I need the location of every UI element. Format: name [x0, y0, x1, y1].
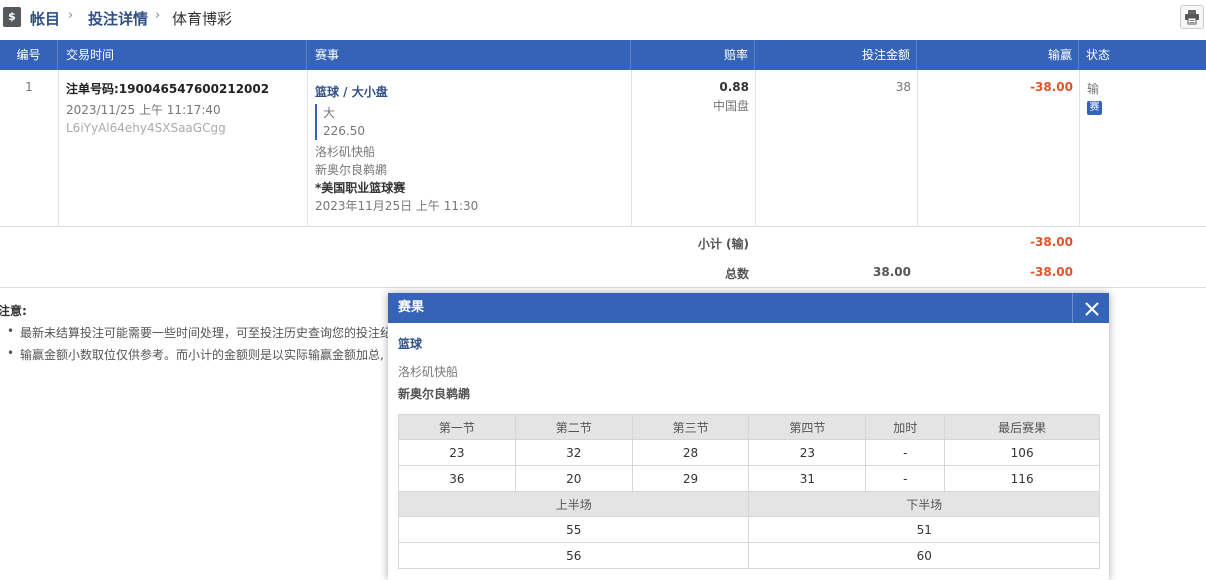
note-item: 最新未结算投注可能需要一些时间处理，可至投注历史查询您的投注纪	[0, 324, 392, 341]
score-cell: 116	[944, 465, 1100, 492]
close-button[interactable]	[1072, 293, 1109, 323]
note-item: 输赢金额小数取位仅供参考。而小计的金额则是以实际输赢金额加总,	[0, 346, 392, 363]
breadcrumb-sports-current: 体育博彩	[172, 10, 233, 28]
score-cell: 55	[397, 516, 750, 543]
score-cell: 28	[631, 439, 750, 466]
score-cell: 23	[398, 439, 516, 466]
breadcrumb: $ 帐目 › 投注详情 › 体育博彩	[0, 0, 1206, 38]
ticket-number: 注单号码:190046547600212002	[66, 82, 270, 96]
col-event: 赛事	[307, 40, 631, 70]
bet-selection: 大	[323, 106, 336, 120]
results-modal: 赛果 篮球 洛杉矶快船 新奥尔良鹈鹕 第一节 第二节 第三节 第四节 加时 最后…	[388, 293, 1109, 580]
column-divider	[307, 70, 308, 227]
total-value: -38.00	[1030, 265, 1073, 279]
col-odds: 赔率	[631, 40, 755, 70]
subtotal-label: 小计 (输)	[697, 237, 749, 251]
printer-icon	[1185, 10, 1199, 25]
half-header: 上半场	[397, 491, 750, 517]
score-cell: 36	[398, 465, 516, 492]
score-cell: 32	[514, 439, 633, 466]
table-row: 55 51	[397, 516, 1100, 543]
status-text: 输	[1087, 82, 1100, 96]
transaction-code: L6iYyAl64ehy4SXSaaGCgg	[66, 121, 226, 135]
notes-title: 注意:	[0, 304, 27, 318]
modal-away-team: 新奥尔良鹈鹕	[398, 387, 471, 401]
modal-sport: 篮球	[398, 337, 423, 351]
col-status: 状态	[1086, 48, 1111, 62]
breadcrumb-account-link[interactable]: 帐目	[30, 8, 60, 29]
close-icon	[1085, 302, 1099, 316]
score-cell: 23	[748, 439, 867, 466]
odds-cell: 0.88 中国盘	[631, 80, 749, 114]
odds-type: 中国盘	[712, 99, 749, 113]
bet-table-header: 编号 交易时间 赛事 赔率 投注金额 输赢 状态	[0, 40, 1206, 70]
row-number: 1	[25, 80, 33, 94]
total-stake: 38.00	[873, 265, 911, 279]
result-badge-button[interactable]: 赛	[1087, 101, 1102, 115]
subtotal-value: -38.00	[1030, 235, 1073, 249]
score-cell: 20	[514, 465, 633, 492]
column-divider	[1079, 70, 1080, 227]
quarter-header: 加时	[865, 414, 946, 440]
table-row: 23 32 28 23 - 106	[398, 439, 1100, 466]
score-cell: 56	[397, 542, 750, 569]
chevron-right-icon: ›	[155, 8, 161, 23]
quarter-header: 第三节	[631, 414, 750, 440]
stake-value: 38	[895, 80, 911, 94]
status-cell: 输 赛	[1087, 80, 1187, 115]
col-transaction-time: 交易时间	[58, 40, 307, 70]
event-cell: 篮球 / 大小盘 大 226.50 洛杉矶快船 新奥尔良鹈鹕 *美国职业篮球赛 …	[315, 83, 625, 215]
quarter-header: 第四节	[748, 414, 867, 440]
column-divider	[58, 70, 59, 227]
transaction-datetime: 2023/11/25 上午 11:17:40	[66, 103, 221, 117]
odds-value: 0.88	[719, 80, 749, 94]
score-table: 第一节 第二节 第三节 第四节 加时 最后赛果 23 32 28 23 - 10…	[397, 414, 1100, 569]
score-cell: 60	[748, 542, 1100, 569]
divider	[0, 287, 1206, 288]
quarter-header: 最后赛果	[944, 414, 1100, 440]
col-stake: 投注金额	[755, 40, 917, 70]
notes-section: 注意: 最新未结算投注可能需要一些时间处理，可至投注历史查询您的投注纪 输赢金额…	[0, 302, 392, 363]
bet-selection-block: 大 226.50	[315, 104, 625, 140]
transaction-cell: 注单号码:190046547600212002 2023/11/25 上午 11…	[66, 80, 306, 135]
total-label: 总数	[724, 267, 749, 281]
chevron-right-icon: ›	[68, 8, 74, 23]
score-cell: 51	[748, 516, 1100, 543]
quarter-header: 第二节	[514, 414, 633, 440]
quarter-header: 第一节	[398, 414, 516, 440]
breadcrumb-bet-details-link[interactable]: 投注详情	[88, 8, 148, 29]
event-league: *美国职业篮球赛	[315, 181, 406, 195]
event-market[interactable]: 篮球 / 大小盘	[315, 83, 625, 100]
score-cell: 106	[944, 439, 1100, 466]
half-header: 下半场	[748, 491, 1100, 517]
modal-title: 赛果	[388, 293, 1109, 323]
score-cell: -	[865, 439, 946, 466]
event-time: 2023年11月25日 上午 11:30	[315, 199, 479, 213]
bet-line: 226.50	[323, 124, 365, 138]
col-win-loss: 输赢	[917, 40, 1079, 70]
score-cell: 31	[748, 465, 867, 492]
score-cell: 29	[631, 465, 750, 492]
table-row: 56 60	[397, 542, 1100, 569]
col-number: 编号	[0, 40, 58, 70]
account-book-icon: $	[3, 7, 21, 27]
event-away-team: 新奥尔良鹈鹕	[315, 163, 388, 177]
event-home-team: 洛杉矶快船	[315, 145, 376, 159]
score-cell: -	[865, 465, 946, 492]
table-row: 36 20 29 31 - 116	[398, 465, 1100, 492]
win-loss-value: -38.00	[1030, 80, 1073, 94]
print-button[interactable]	[1180, 5, 1204, 29]
modal-home-team: 洛杉矶快船	[398, 365, 459, 379]
